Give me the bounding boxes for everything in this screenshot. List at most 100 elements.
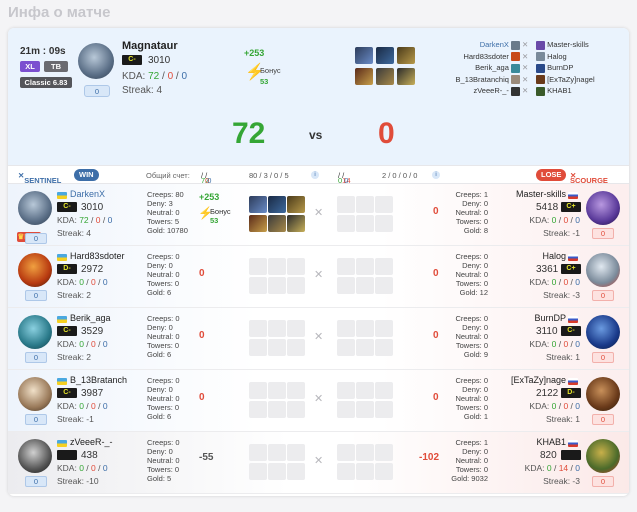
player-name[interactable]: DarkenX <box>70 189 105 199</box>
stat-line: Neutral: 0 <box>455 270 488 279</box>
stat-line: Towers: 0 <box>147 403 180 412</box>
info-icon[interactable]: i <box>432 171 440 179</box>
item-slot <box>249 277 267 294</box>
stat-line: Creeps: 0 <box>147 376 180 385</box>
kda-kills: 72 <box>148 71 160 82</box>
score-sentinel: 72 <box>232 117 266 150</box>
flag-icon <box>568 254 578 261</box>
flag-icon <box>57 378 67 385</box>
counter-badge: 0 <box>592 414 614 425</box>
player-name[interactable]: zVeeeR-_- <box>70 437 113 447</box>
vs-label: vs <box>309 128 323 142</box>
team-player-link[interactable]: zVeeeR-_- <box>448 85 520 97</box>
lose-badge: LOSE <box>536 169 567 181</box>
item-slot <box>287 463 305 480</box>
counter-badge: 0 <box>84 85 110 97</box>
player-kda: KDA: 0 / 0 / 0 <box>529 339 580 349</box>
team-player-link[interactable]: KHAB1 <box>536 85 626 97</box>
player-name[interactable]: Hard83sdoter <box>70 251 125 261</box>
item-icon[interactable] <box>249 215 267 232</box>
item-slot <box>337 320 355 337</box>
player-name[interactable]: Magnataur <box>122 40 178 52</box>
item-icon[interactable] <box>268 215 286 232</box>
stat-line: Creeps: 0 <box>147 438 180 447</box>
hero-avatar <box>586 253 620 287</box>
player-stats: Creeps: 0 Deny: 0 Neutral: 0 Towers: 0 Gold:… <box>147 314 180 359</box>
stat-line: Neutral: 0 <box>455 332 488 341</box>
kda-deaths: 0 <box>167 71 174 82</box>
win-badge: WIN <box>74 169 99 181</box>
scourge-team-list: Master-skills Halog BurnDP [ExTaZy]nagel… <box>536 39 626 97</box>
player-streak: Streak: -1 <box>543 228 580 238</box>
counter-badge: 0 <box>25 476 47 487</box>
stat-line: Deny: 3 <box>147 199 173 208</box>
player-name[interactable]: KHAB1 <box>488 437 566 447</box>
item-slot <box>375 401 393 418</box>
info-icon[interactable]: i <box>311 171 319 179</box>
team-player-link[interactable]: BurnDP <box>536 62 626 74</box>
hero-avatar <box>18 191 52 225</box>
rank-badge: C- <box>57 388 77 398</box>
player-row: 0 B_13Bratanch C- 3987 KDA: 0 / 0 / 0 Streak:… <box>8 370 629 432</box>
item-icon[interactable] <box>355 47 373 64</box>
item-icon[interactable] <box>376 68 394 85</box>
team-player-link[interactable]: Berik_aga <box>448 62 520 74</box>
match-duration: 21m : 09s <box>20 46 66 57</box>
stat-line: Towers: 0 <box>455 465 488 474</box>
item-slot <box>249 463 267 480</box>
swap-icon[interactable]: ✕ <box>314 268 323 281</box>
item-icon[interactable] <box>397 68 415 85</box>
net-score: 0 <box>199 392 205 403</box>
stat-line: Deny: 0 <box>462 261 488 270</box>
swap-icon[interactable]: ✕ <box>314 392 323 405</box>
match-summary: 21m : 09s XL TB Classic 6.83 0 Magnataur… <box>8 28 629 165</box>
player-name[interactable]: Master-skills <box>488 189 566 199</box>
player-name[interactable]: BurnDP <box>488 313 566 323</box>
item-icon[interactable] <box>268 196 286 213</box>
team-player-link[interactable]: B_13Bratanchiq <box>448 74 520 86</box>
player-row: 0 zVeeeR-_- 438 KDA: 0 / 0 / 0 Streak: -10 Cr… <box>8 432 629 494</box>
item-icon[interactable] <box>287 196 305 213</box>
player-name[interactable]: B_13Bratanch <box>70 375 127 385</box>
item-icon[interactable] <box>355 68 373 85</box>
flag-icon <box>568 316 578 323</box>
item-slot <box>356 463 374 480</box>
flag-icon <box>568 378 578 385</box>
stat-line: Deny: 0 <box>147 323 173 332</box>
item-slot <box>375 277 393 294</box>
player-kda: KDA: 0 / 0 / 0 <box>529 215 580 225</box>
player-mmr: 438 <box>81 450 98 461</box>
net-score: 0 <box>199 268 205 279</box>
bonus-label: Бонус <box>260 66 281 75</box>
item-slot <box>337 258 355 275</box>
hero-avatar <box>586 439 620 473</box>
team-player-link[interactable]: DarkenX <box>448 39 520 51</box>
player-kda: KDA: 0 / 0 / 0 <box>57 463 108 473</box>
item-icon[interactable] <box>376 47 394 64</box>
player-name[interactable]: [ExTaZy]nage <box>488 375 566 385</box>
swap-icon[interactable]: ✕ <box>314 454 323 467</box>
stat-line: Neutral: 0 <box>455 394 488 403</box>
team-player-link[interactable]: Hard83sdoter <box>448 51 520 63</box>
player-name[interactable]: Halog <box>488 251 566 261</box>
player-name[interactable]: Berik_aga <box>70 313 111 323</box>
item-slot <box>249 401 267 418</box>
item-icon[interactable] <box>397 47 415 64</box>
stat-line: Neutral: 0 <box>147 270 180 279</box>
swap-icon[interactable]: ✕ <box>314 206 323 219</box>
total-stats-right: 2 / 0 / 0 / 0 <box>382 171 418 180</box>
player-streak: Streak: 1 <box>545 414 580 424</box>
team-player-link[interactable]: Halog <box>536 51 626 63</box>
stat-line: Gold: 1 <box>463 412 488 421</box>
player-mmr: 820 <box>540 450 557 461</box>
item-slot <box>375 320 393 337</box>
stat-line: Towers: 0 <box>455 279 488 288</box>
team-player-link[interactable]: [ExTaZy]nagel <box>536 74 626 86</box>
stat-line: Neutral: 0 <box>455 456 488 465</box>
item-icon[interactable] <box>287 215 305 232</box>
item-icon[interactable] <box>249 196 267 213</box>
swap-icon[interactable]: ✕ <box>314 330 323 343</box>
item-slot <box>249 382 267 399</box>
player-stats: Creeps: 1 Deny: 0 Neutral: 0 Towers: 0 Gold:… <box>428 190 488 235</box>
team-player-link[interactable]: Master-skills <box>536 39 626 51</box>
